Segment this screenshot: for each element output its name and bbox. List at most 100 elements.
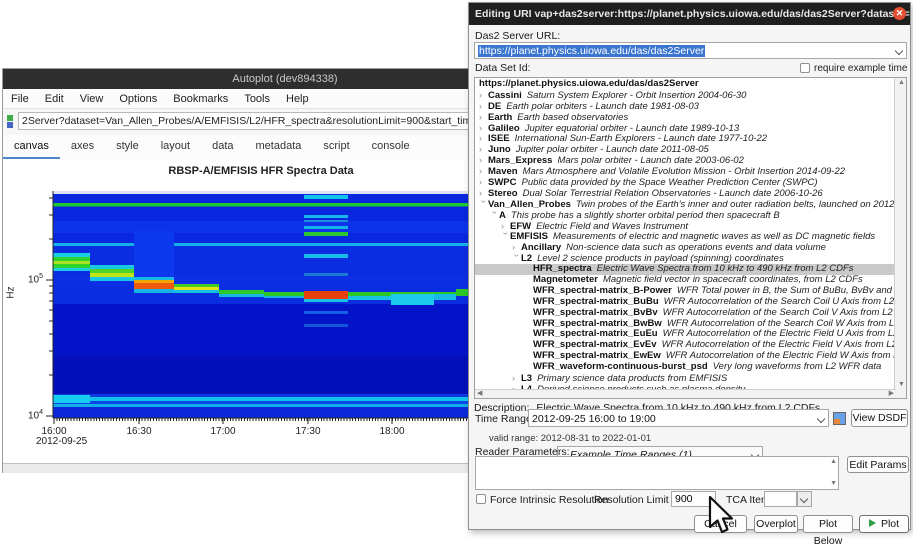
expand-icon[interactable]: › (479, 123, 488, 134)
scroll-left-icon[interactable]: ◀ (477, 390, 482, 398)
tree-item-wfr_waveform-continuous-burst_psd[interactable]: WFR_waveform-continuous-burst_psdVery lo… (475, 362, 895, 373)
dialog-titlebar[interactable]: Editing URI vap+das2server:https://plane… (469, 3, 910, 25)
plot-button[interactable]: Plot (859, 515, 909, 533)
dataset-tree[interactable]: https://planet.physics.uiowa.edu/das/das… (474, 77, 907, 399)
plot-title: RBSP-A/EMFISIS HFR Spectra Data (53, 165, 469, 177)
edit-params-button[interactable]: Edit Params (847, 456, 909, 473)
tree-item-de[interactable]: ›DEEarth polar orbiters - Launch date 19… (475, 101, 895, 112)
tree-item-a[interactable]: ›AThis probe has a slightly shorter orbi… (475, 210, 895, 221)
collapse-icon[interactable]: › (478, 200, 489, 209)
require-example-time-checkbox[interactable] (800, 63, 810, 73)
collapse-icon[interactable]: › (489, 211, 500, 220)
valid-range-label: valid range: 2012-08-31 to 2022-01-01 (489, 433, 651, 444)
x-tick-1730: 17:30 (288, 426, 328, 437)
tree-item-efw[interactable]: ›EFWElectric Field and Waves Instrument (475, 221, 895, 232)
tab-axes[interactable]: axes (60, 135, 105, 160)
tree-item-stereo[interactable]: ›StereoDual Solar Terrestrial Relation O… (475, 188, 895, 199)
time-range-editor-icon[interactable] (833, 412, 846, 425)
tree-item-isee[interactable]: ›ISEEInternational Sun-Earth Explorers -… (475, 133, 895, 144)
tab-data[interactable]: data (201, 135, 244, 160)
expand-icon[interactable]: › (479, 133, 488, 144)
tca-item-combobox[interactable] (764, 491, 797, 507)
expand-icon[interactable]: › (479, 177, 488, 188)
tree-item-l3[interactable]: ›L3Primary science data products from EM… (475, 373, 895, 384)
x-axis-date: 2012-09-25 (36, 436, 87, 447)
spectrogram[interactable] (46, 191, 469, 424)
expand-icon[interactable]: › (479, 155, 488, 166)
cancel-button[interactable]: Cancel (694, 515, 747, 533)
plot-below-button[interactable]: Plot Below (803, 515, 853, 533)
menu-options[interactable]: Options (111, 90, 165, 109)
expand-icon[interactable]: › (479, 112, 488, 123)
resolution-limit-input[interactable] (671, 491, 716, 507)
menu-help[interactable]: Help (278, 90, 317, 109)
play-icon (869, 519, 876, 527)
expand-icon[interactable]: › (501, 221, 510, 232)
tab-canvas[interactable]: canvas (3, 135, 60, 160)
require-example-time-label: require example time (814, 63, 907, 74)
expand-icon[interactable]: › (512, 373, 521, 384)
collapse-icon[interactable]: › (511, 254, 522, 263)
menu-view[interactable]: View (72, 90, 112, 109)
dataset-id-label: Data Set Id: (475, 62, 530, 74)
expand-icon[interactable]: › (479, 166, 488, 177)
time-range-label: Time Range: (475, 413, 535, 425)
tree-item-ancillary[interactable]: ›AncillaryNon-science data such as opera… (475, 242, 895, 253)
time-range-combobox[interactable]: 2012-09-25 16:00 to 19:00 (528, 409, 829, 427)
tree-item-mars_express[interactable]: ›Mars_ExpressMars polar orbiter - Launch… (475, 155, 895, 166)
menu-bookmarks[interactable]: Bookmarks (165, 90, 236, 109)
autoplot-window-title: Autoplot (dev894338) (232, 73, 337, 85)
y-tick-10e5: 105 (9, 273, 43, 285)
tree-item-https-planet-physics-uiowa-edu-das-das2s[interactable]: https://planet.physics.uiowa.edu/das/das… (475, 79, 895, 90)
y-axis-label: Hz (6, 286, 17, 298)
x-tick-1630: 16:30 (119, 426, 159, 437)
tab-layout[interactable]: layout (150, 135, 201, 160)
tab-console[interactable]: console (361, 135, 421, 160)
datasource-icon (7, 115, 15, 130)
scroll-right-icon[interactable]: ▶ (889, 390, 894, 398)
tree-item-juno[interactable]: ›JunoJupiter polar orbiter - Launch date… (475, 144, 895, 155)
expand-icon[interactable]: › (479, 144, 488, 155)
tab-style[interactable]: style (105, 135, 150, 160)
view-dsdf-button[interactable]: View DSDF (851, 409, 908, 427)
tab-metadata[interactable]: metadata (245, 135, 313, 160)
scroll-down-icon[interactable]: ▼ (898, 381, 905, 389)
tree-item-maven[interactable]: ›MavenMars Atmosphere and Volatile Evolu… (475, 166, 895, 177)
tree-horizontal-scrollbar[interactable]: ◀ ▶ (475, 389, 896, 398)
menu-edit[interactable]: Edit (37, 90, 72, 109)
x-tick-1800: 18:00 (372, 426, 412, 437)
scroll-up-icon[interactable]: ▲ (898, 79, 905, 87)
expand-icon[interactable]: › (512, 242, 521, 253)
tca-item-dropdown-button[interactable] (797, 491, 812, 507)
time-range-value: 2012-09-25 16:00 to 19:00 (532, 412, 656, 426)
tree-item-swpc[interactable]: ›SWPCPublic data provided by the Space W… (475, 177, 895, 188)
y-tick-10e4: 104 (9, 409, 43, 421)
expand-icon[interactable]: › (479, 90, 488, 101)
x-tick-1700: 17:00 (203, 426, 243, 437)
close-icon[interactable]: ✕ (893, 7, 906, 20)
server-url-value: https://planet.physics.uiowa.edu/das/das… (478, 45, 705, 57)
tab-script[interactable]: script (312, 135, 360, 160)
force-intrinsic-resolution-label: Force Intrinsic Resolution (490, 494, 608, 506)
tree-item-van_allen_probes[interactable]: ›Van_Allen_ProbesTwin probes of the Eart… (475, 199, 895, 210)
dialog-title: Editing URI vap+das2server:https://plane… (469, 8, 910, 20)
tree-item-emfisis[interactable]: ›EMFISISMeasurements of electric and mag… (475, 231, 895, 242)
expand-icon[interactable]: › (479, 188, 488, 199)
overplot-button[interactable]: Overplot (754, 515, 798, 533)
scroll-down-icon[interactable]: ▼ (830, 480, 837, 488)
chevron-down-icon[interactable] (817, 415, 825, 423)
tree-item-galileo[interactable]: ›GalileoJupiter equatorial orbiter - Lau… (475, 123, 895, 134)
scroll-up-icon[interactable]: ▲ (830, 458, 837, 466)
chevron-down-icon[interactable] (895, 47, 903, 55)
expand-icon[interactable]: › (479, 101, 488, 112)
tree-vertical-scrollbar[interactable]: ▲ ▼ (894, 78, 906, 398)
collapse-icon[interactable]: › (500, 232, 511, 241)
force-intrinsic-resolution-checkbox[interactable] (476, 494, 486, 504)
reader-parameters-textarea[interactable]: ▲ ▼ (475, 456, 839, 490)
server-url-combobox[interactable]: https://planet.physics.uiowa.edu/das/das… (474, 42, 907, 59)
menu-tools[interactable]: Tools (236, 90, 278, 109)
menu-file[interactable]: File (3, 90, 37, 109)
tree-item-earth[interactable]: ›EarthEarth based observatories (475, 112, 895, 123)
tree-item-cassini[interactable]: ›CassiniSaturn System Explorer - Orbit I… (475, 90, 895, 101)
server-url-label: Das2 Server URL: (475, 30, 560, 42)
